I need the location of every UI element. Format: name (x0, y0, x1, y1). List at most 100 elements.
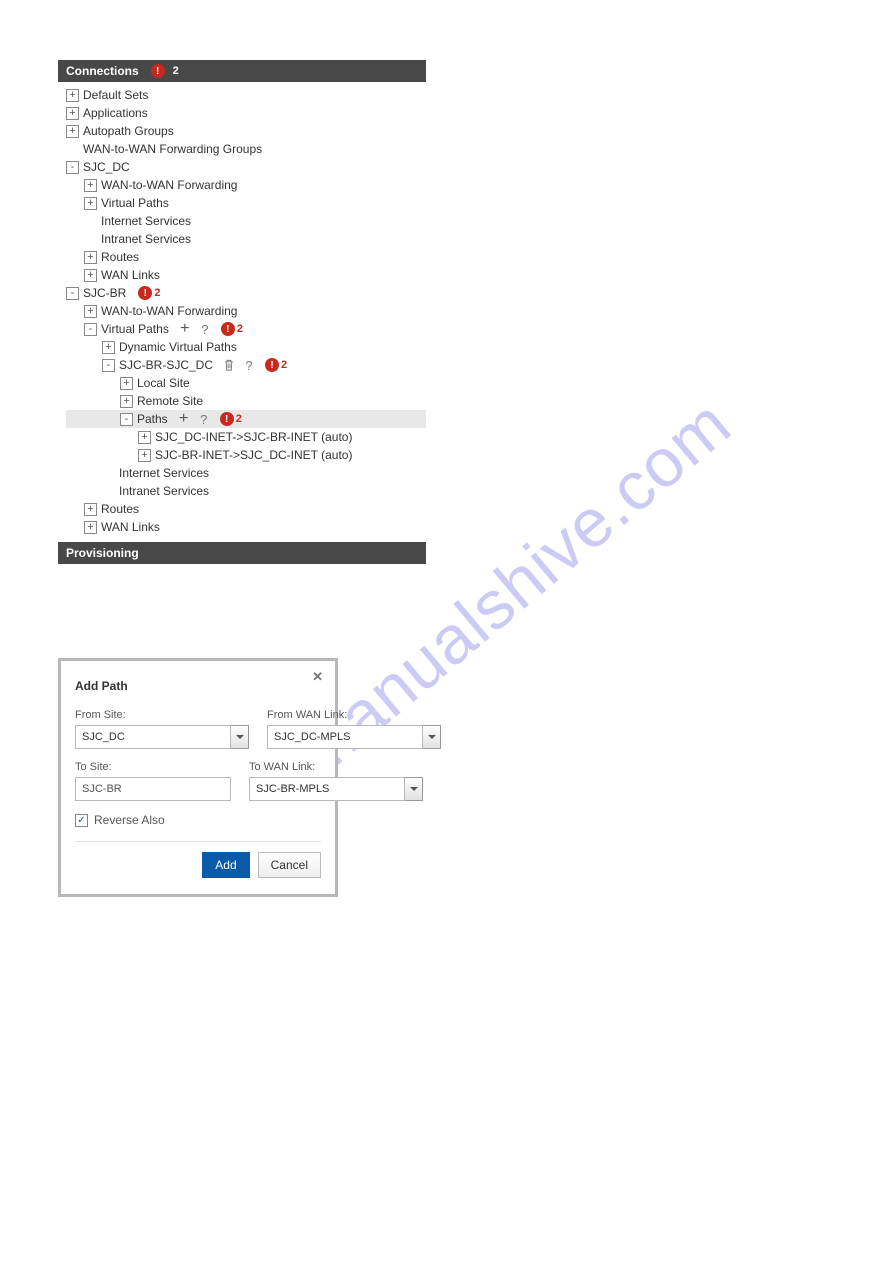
expand-icon[interactable]: + (84, 179, 97, 192)
tree-label[interactable]: Autopath Groups (83, 124, 174, 138)
tree-node-sjc-br-sjc-dc[interactable]: -SJC-BR-SJC_DC?!2 (66, 356, 426, 374)
error-count: 2 (236, 413, 242, 425)
tree-node-path2[interactable]: + SJC-BR-INET->SJC_DC-INET (auto) (66, 446, 426, 464)
tree-line-icon (102, 485, 115, 498)
tree-label[interactable]: WAN-to-WAN Forwarding (101, 304, 237, 318)
collapse-icon[interactable]: - (66, 161, 79, 174)
tree-label[interactable]: Routes (101, 502, 139, 516)
from-wan-select[interactable] (267, 725, 441, 749)
tree-node-sjc-dc-routes[interactable]: + Routes (66, 248, 426, 266)
tree-node-path1[interactable]: + SJC_DC-INET->SJC-BR-INET (auto) (66, 428, 426, 446)
tree-node-sjc-dc-internet[interactable]: Internet Services (66, 212, 426, 230)
tree-label[interactable]: Internet Services (119, 466, 209, 480)
tree-node-autopath-groups[interactable]: + Autopath Groups (66, 122, 426, 140)
expand-icon[interactable]: + (84, 197, 97, 210)
expand-icon[interactable]: + (84, 251, 97, 264)
collapse-icon[interactable]: - (102, 359, 115, 372)
tree-node-applications[interactable]: + Applications (66, 104, 426, 122)
tree-node-sjc-dc-wanlinks[interactable]: + WAN Links (66, 266, 426, 284)
tree-label[interactable]: Intranet Services (101, 232, 191, 246)
expand-icon[interactable]: + (84, 305, 97, 318)
tree-node-sjc-br[interactable]: -SJC-BR!2 (66, 284, 426, 302)
tree-node-sjc-dc-w2w[interactable]: + WAN-to-WAN Forwarding (66, 176, 426, 194)
cancel-button[interactable]: Cancel (258, 852, 321, 878)
error-count: 2 (237, 323, 243, 335)
tree-label[interactable]: Intranet Services (119, 484, 209, 498)
help-icon[interactable]: ? (241, 357, 257, 373)
tree-node-local-site[interactable]: + Local Site (66, 374, 426, 392)
expand-icon[interactable]: + (120, 377, 133, 390)
tree-node-sjc-br-routes[interactable]: + Routes (66, 500, 426, 518)
tree-node-dyn-vpaths[interactable]: + Dynamic Virtual Paths (66, 338, 426, 356)
to-wan-value[interactable] (249, 777, 405, 801)
connections-title: Connections (66, 64, 139, 78)
add-icon[interactable]: + (177, 321, 193, 337)
expand-icon[interactable]: + (138, 431, 151, 444)
trash-icon[interactable] (221, 357, 237, 373)
expand-icon[interactable]: + (138, 449, 151, 462)
tree-node-sjc-br-vpaths[interactable]: -Virtual Paths +?!2 (66, 320, 426, 338)
tree-label[interactable]: WAN Links (101, 520, 160, 534)
tree-line-icon (66, 143, 79, 156)
expand-icon[interactable]: + (66, 125, 79, 138)
from-wan-value[interactable] (267, 725, 423, 749)
from-site-select[interactable] (75, 725, 249, 749)
expand-icon[interactable]: + (66, 107, 79, 120)
tree-label[interactable]: SJC-BR-SJC_DC (119, 358, 213, 372)
tree-node-wan2wan-fwd-groups[interactable]: WAN-to-WAN Forwarding Groups (66, 140, 426, 158)
tree-node-sjc-br-intranet[interactable]: Intranet Services (66, 482, 426, 500)
tree-label[interactable]: WAN-to-WAN Forwarding (101, 178, 237, 192)
tree-label[interactable]: Default Sets (83, 88, 148, 102)
alert-icon: ! (221, 322, 235, 336)
expand-icon[interactable]: + (84, 269, 97, 282)
tree-label[interactable]: SJC_DC-INET->SJC-BR-INET (auto) (155, 430, 352, 444)
tree-label[interactable]: Internet Services (101, 214, 191, 228)
tree-label[interactable]: Applications (83, 106, 148, 120)
expand-icon[interactable]: + (120, 395, 133, 408)
help-icon[interactable]: ? (196, 411, 212, 427)
tree-label[interactable]: Paths (137, 412, 168, 426)
error-count: 2 (154, 287, 160, 299)
expand-icon[interactable]: + (84, 503, 97, 516)
tree-line-icon (84, 233, 97, 246)
to-site-field[interactable] (75, 777, 231, 801)
tree-label[interactable]: Dynamic Virtual Paths (119, 340, 237, 354)
from-site-value[interactable] (75, 725, 231, 749)
tree-label[interactable]: SJC-BR (83, 286, 126, 300)
tree-node-paths[interactable]: -Paths+?!2 (66, 410, 426, 428)
add-button[interactable]: Add (202, 852, 249, 878)
close-icon[interactable]: ✕ (312, 669, 323, 685)
tree-node-sjc-dc[interactable]: -SJC_DC (66, 158, 426, 176)
chevron-down-icon[interactable] (231, 725, 249, 749)
provisioning-header: Provisioning (58, 542, 426, 564)
chevron-down-icon[interactable] (423, 725, 441, 749)
tree-node-sjc-br-wanlinks[interactable]: + WAN Links (66, 518, 426, 536)
help-icon[interactable]: ? (197, 321, 213, 337)
tree-label[interactable]: Routes (101, 250, 139, 264)
add-path-dialog: ✕ Add Path From Site: From WAN Link: (58, 658, 338, 897)
tree-label[interactable]: Local Site (137, 376, 190, 390)
tree-label[interactable]: Virtual Paths (101, 322, 169, 336)
collapse-icon[interactable]: - (120, 413, 133, 426)
tree-node-sjc-dc-vpaths[interactable]: + Virtual Paths (66, 194, 426, 212)
add-icon[interactable]: + (176, 411, 192, 427)
chevron-down-icon[interactable] (405, 777, 423, 801)
tree-node-sjc-dc-intranet[interactable]: Intranet Services (66, 230, 426, 248)
collapse-icon[interactable]: - (66, 287, 79, 300)
collapse-icon[interactable]: - (84, 323, 97, 336)
expand-icon[interactable]: + (66, 89, 79, 102)
tree-node-default-sets[interactable]: + Default Sets (66, 86, 426, 104)
tree-node-sjc-br-internet[interactable]: Internet Services (66, 464, 426, 482)
tree-label[interactable]: SJC_DC (83, 160, 130, 174)
tree-node-sjc-br-w2w[interactable]: + WAN-to-WAN Forwarding (66, 302, 426, 320)
tree-label[interactable]: Remote Site (137, 394, 203, 408)
to-wan-select[interactable] (249, 777, 423, 801)
tree-label[interactable]: WAN Links (101, 268, 160, 282)
tree-label[interactable]: SJC-BR-INET->SJC_DC-INET (auto) (155, 448, 352, 462)
tree-label[interactable]: Virtual Paths (101, 196, 169, 210)
tree-node-remote-site[interactable]: + Remote Site (66, 392, 426, 410)
expand-icon[interactable]: + (102, 341, 115, 354)
expand-icon[interactable]: + (84, 521, 97, 534)
reverse-checkbox[interactable]: ✓ (75, 814, 88, 827)
tree-label[interactable]: WAN-to-WAN Forwarding Groups (83, 142, 262, 156)
